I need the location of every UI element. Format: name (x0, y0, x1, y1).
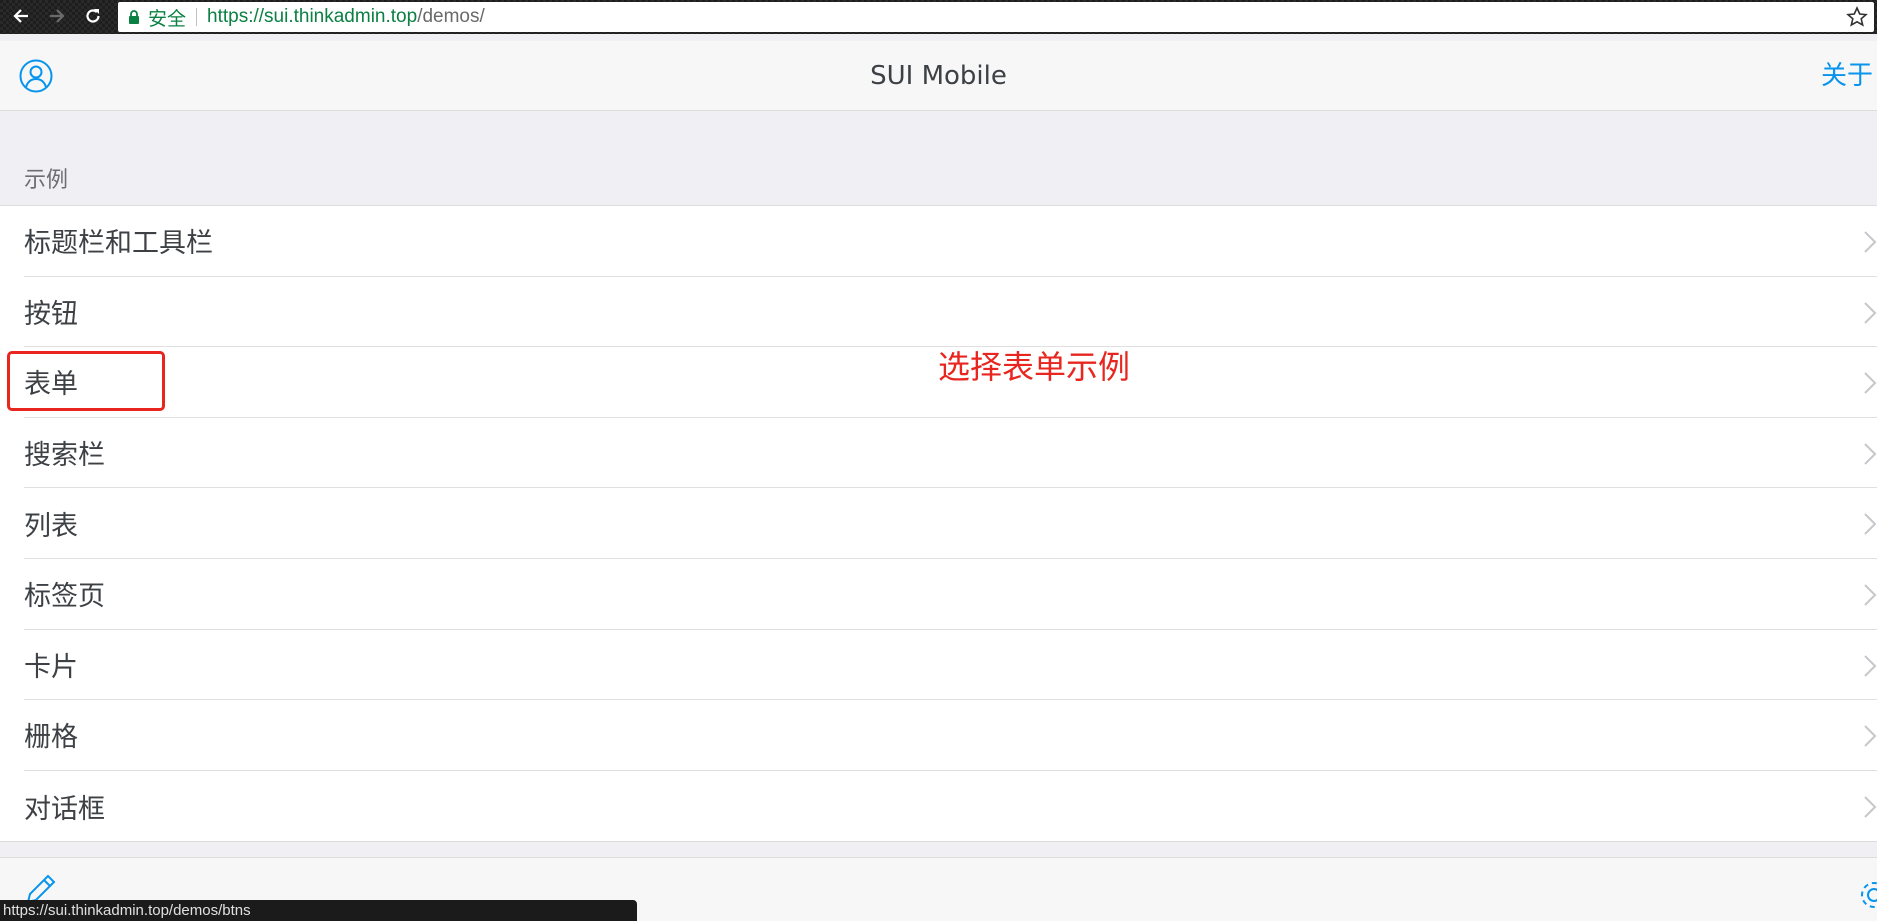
lock-icon (128, 10, 140, 24)
list-item[interactable]: 搜索栏 (0, 418, 1877, 489)
url-host: https://sui.thinkadmin.top (207, 6, 418, 27)
address-bar[interactable]: 安全 https://sui.thinkadmin.top/demos/ (118, 2, 1874, 32)
list-item[interactable]: 栅格 (0, 700, 1877, 771)
reload-button[interactable] (80, 3, 106, 29)
status-url-tooltip: https://sui.thinkadmin.top/demos/btns (0, 900, 637, 921)
annotation-text: 选择表单示例 (938, 348, 1131, 386)
list-item[interactable]: 卡片 (0, 630, 1877, 701)
forward-button[interactable] (44, 3, 70, 29)
list-item-label: 卡片 (24, 651, 78, 683)
list-item[interactable]: 标签页 (0, 559, 1877, 630)
list-item-label: 对话框 (24, 793, 105, 825)
content-area: 示例 标题栏和工具栏 按钮 表单 搜索栏 列表 标签页 卡片 栅格 对话框 (0, 112, 1877, 857)
chevron-right-icon (1864, 654, 1877, 677)
list-item-label: 栅格 (24, 722, 78, 754)
secure-label: 安全 (148, 8, 187, 30)
chevron-right-icon (1864, 443, 1877, 465)
chevron-right-icon (1864, 796, 1877, 818)
arrow-left-icon (13, 9, 28, 23)
about-link[interactable]: 关于 (1821, 41, 1873, 111)
reload-icon (86, 9, 100, 23)
arrow-right-icon (50, 9, 65, 23)
chevron-right-icon (1864, 725, 1877, 747)
back-button[interactable] (8, 3, 34, 29)
chevron-right-icon (1864, 231, 1877, 253)
app-header: SUI Mobile 关于 (0, 41, 1877, 111)
annotation-highlight-box (7, 351, 165, 411)
list-item[interactable]: 对话框 (0, 771, 1877, 842)
chevron-right-icon (1864, 513, 1877, 536)
list-item-label: 按钮 (24, 298, 78, 330)
chevron-right-icon (1864, 584, 1877, 606)
chevron-right-icon (1864, 372, 1877, 394)
url-path: /demos/ (417, 6, 485, 27)
divider (196, 8, 198, 26)
bookmark-star-icon[interactable] (1846, 6, 1868, 28)
list-item[interactable]: 按钮 (0, 277, 1877, 348)
list-item-label: 标签页 (24, 581, 105, 613)
list-item[interactable]: 列表 (0, 488, 1877, 559)
list-item-label: 标题栏和工具栏 (24, 228, 213, 260)
browser-toolbar: 安全 https://sui.thinkadmin.top/demos/ (0, 0, 1877, 34)
list-item-label: 列表 (24, 510, 78, 542)
section-title: 示例 (24, 168, 69, 193)
list-item-label: 搜索栏 (24, 440, 105, 472)
gear-icon[interactable] (1857, 878, 1877, 912)
chevron-right-icon (1864, 301, 1877, 324)
list-item[interactable]: 标题栏和工具栏 (0, 206, 1877, 277)
page-title: SUI Mobile (870, 61, 1007, 91)
demo-list: 标题栏和工具栏 按钮 表单 搜索栏 列表 标签页 卡片 栅格 对话框 (0, 205, 1877, 843)
